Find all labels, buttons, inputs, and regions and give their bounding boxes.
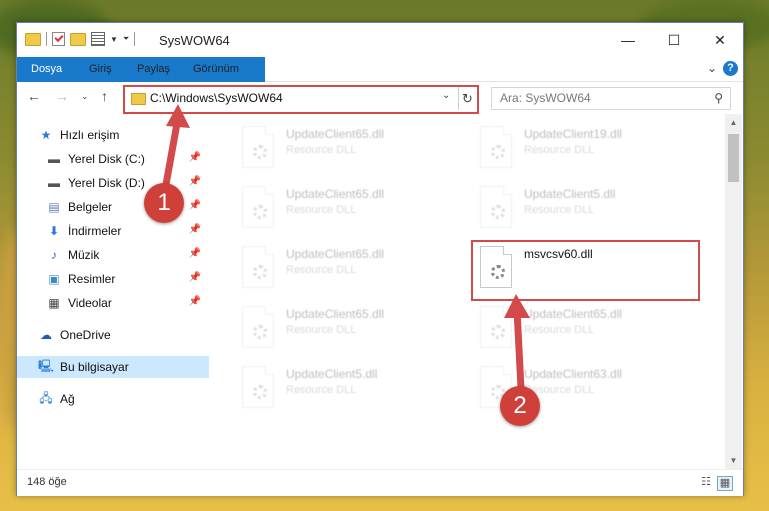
arrow-1-head <box>166 104 190 128</box>
annotation-arrows <box>161 104 530 389</box>
arrow-1-shaft <box>161 117 182 191</box>
step-1-badge: 1 <box>144 183 184 223</box>
step-2-badge: 2 <box>500 386 540 426</box>
arrow-2-head <box>504 294 530 318</box>
arrow-2-shaft <box>513 309 525 389</box>
